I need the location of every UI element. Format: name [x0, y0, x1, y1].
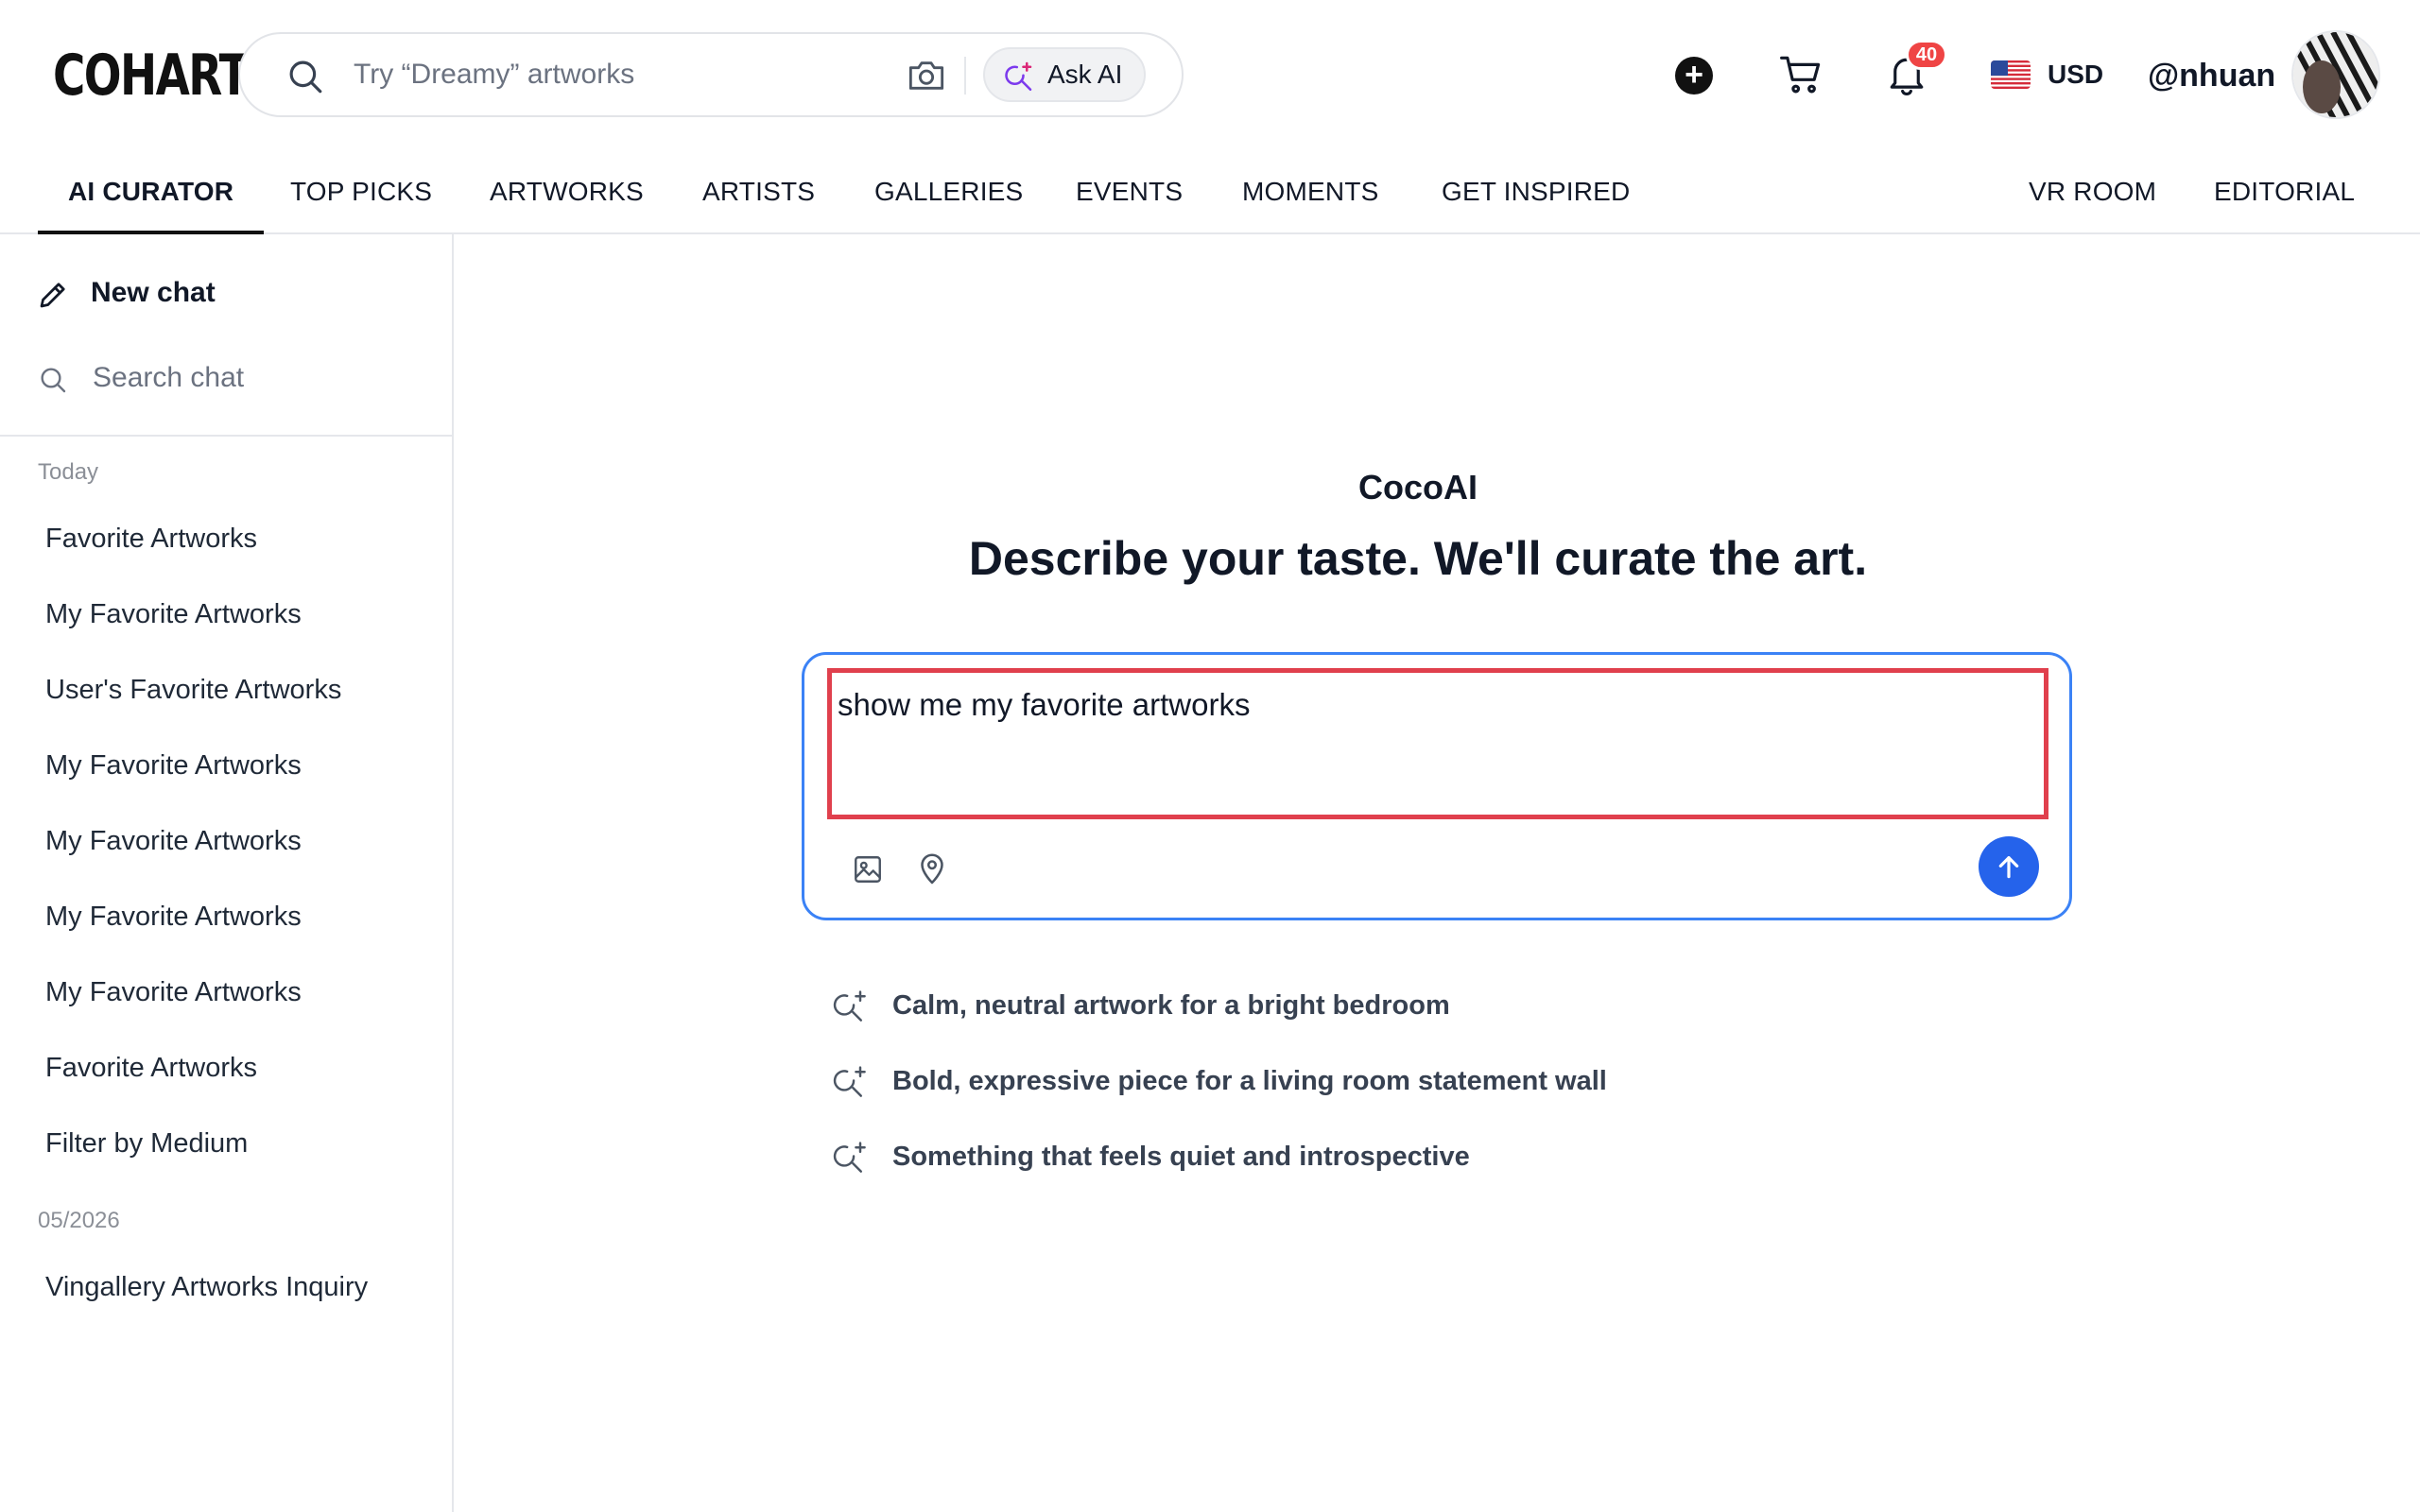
suggestion-text: Calm, neutral artwork for a bright bedro…	[892, 990, 1450, 1021]
suggestion-item[interactable]: Something that feels quiet and introspec…	[832, 1136, 1966, 1177]
suggestion-text: Bold, expressive piece for a living room…	[892, 1066, 1607, 1096]
chat-history-item[interactable]: My Favorite Artworks	[45, 595, 302, 633]
chat-history-item[interactable]: My Favorite Artworks	[45, 973, 302, 1011]
nav-galleries[interactable]: GALLERIES	[874, 161, 1023, 234]
ai-sparkle-search-icon	[833, 1142, 866, 1173]
search-icon	[41, 368, 66, 393]
chat-message-input[interactable]: show me my favorite artworks	[827, 668, 2048, 819]
nav-moments[interactable]: MOMENTS	[1242, 161, 1379, 234]
nav-artworks[interactable]: ARTWORKS	[490, 161, 644, 234]
section-title-month: 05/2026	[38, 1208, 120, 1233]
global-search-input[interactable]: Try “Dreamy” artworks	[354, 34, 634, 115]
nav-artists[interactable]: ARTISTS	[702, 161, 815, 234]
cohart-logo[interactable]: COHART	[53, 43, 250, 108]
nav-events[interactable]: EVENTS	[1076, 161, 1183, 234]
image-upload-icon[interactable]	[852, 853, 884, 885]
add-button[interactable]: +	[1675, 57, 1713, 94]
chat-history-item[interactable]: Favorite Artworks	[45, 520, 257, 558]
ai-sparkle-search-icon	[833, 1066, 866, 1097]
sidebar-divider	[0, 435, 452, 437]
ai-sparkle-search-icon	[833, 990, 866, 1022]
currency-selector[interactable]: USD	[2048, 55, 2103, 94]
search-icon	[289, 60, 322, 94]
camera-icon[interactable]	[906, 57, 947, 94]
chat-history-item[interactable]: Favorite Artworks	[45, 1049, 257, 1087]
ask-ai-button[interactable]: Ask AI	[983, 47, 1146, 102]
nav-vr-room[interactable]: VR ROOM	[2029, 161, 2156, 234]
nav-top-picks[interactable]: TOP PICKS	[290, 161, 432, 234]
suggestion-text: Something that feels quiet and introspec…	[892, 1142, 1470, 1172]
ai-sparkle-search-icon	[1005, 61, 1032, 92]
assistant-name: CocoAI	[1358, 468, 1478, 507]
user-avatar[interactable]	[2291, 30, 2380, 119]
location-pin-icon[interactable]	[918, 851, 946, 885]
nav-editorial[interactable]: EDITORIAL	[2214, 161, 2355, 234]
chat-composer: show me my favorite artworks	[802, 652, 2072, 920]
cart-icon[interactable]	[1779, 53, 1823, 96]
chat-history-item[interactable]: My Favorite Artworks	[45, 898, 302, 936]
suggestion-item[interactable]: Bold, expressive piece for a living room…	[832, 1060, 1966, 1102]
username-label[interactable]: @nhuan	[2148, 53, 2275, 98]
chat-history-item[interactable]: Vingallery Artworks Inquiry	[45, 1268, 368, 1306]
us-flag-icon[interactable]	[1991, 60, 2031, 89]
chat-sidebar: New chat Search chat Today Favorite Artw…	[0, 234, 454, 1512]
new-chat-label: New chat	[91, 277, 216, 308]
main-nav: AI CURATOR TOP PICKS ARTWORKS ARTISTS GA…	[0, 161, 2420, 234]
chat-history-item[interactable]: My Favorite Artworks	[45, 747, 302, 784]
nav-ai-curator[interactable]: AI CURATOR	[38, 161, 265, 234]
new-chat-button[interactable]: New chat	[36, 272, 414, 314]
section-title-today: Today	[38, 459, 99, 485]
notification-count-badge: 40	[1906, 40, 1947, 70]
top-header: COHART Try “Dreamy” artworks Ask AI + 40	[0, 0, 2420, 151]
chat-history-item[interactable]: Filter by Medium	[45, 1125, 248, 1162]
nav-get-inspired[interactable]: GET INSPIRED	[1442, 161, 1630, 234]
arrow-up-icon	[1998, 856, 2019, 879]
chat-history-item[interactable]: My Favorite Artworks	[45, 822, 302, 860]
suggestion-item[interactable]: Calm, neutral artwork for a bright bedro…	[832, 985, 1966, 1026]
search-chat-placeholder: Search chat	[93, 362, 245, 393]
page-headline: Describe your taste. We'll curate the ar…	[968, 532, 1868, 585]
chat-history-item[interactable]: User's Favorite Artworks	[45, 671, 341, 709]
ask-ai-label: Ask AI	[1047, 60, 1123, 89]
pencil-icon	[40, 283, 65, 308]
search-chat-input[interactable]: Search chat	[38, 357, 416, 399]
search-divider	[964, 57, 966, 94]
send-button[interactable]	[1979, 836, 2039, 897]
global-search-bar[interactable]: Try “Dreamy” artworks Ask AI	[238, 32, 1184, 117]
